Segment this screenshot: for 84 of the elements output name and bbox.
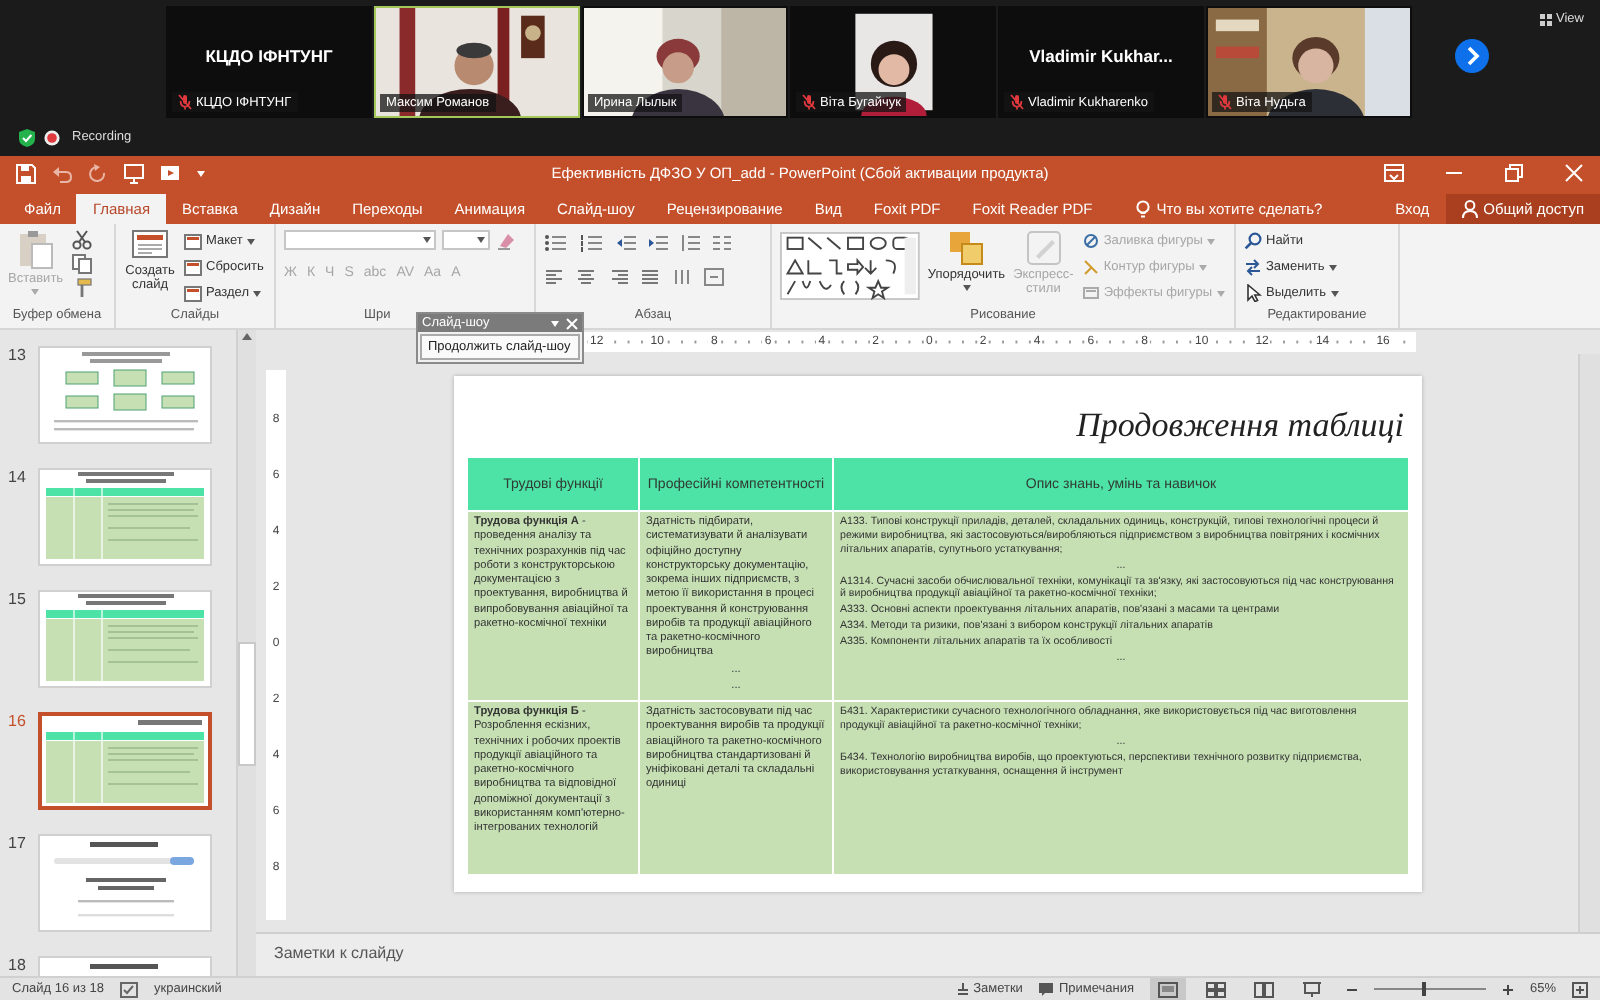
slide-thumbnail[interactable] xyxy=(38,712,212,810)
zoom-out-icon[interactable] xyxy=(1345,983,1358,995)
restore-icon[interactable] xyxy=(1504,164,1524,182)
copy-icon[interactable] xyxy=(71,254,92,274)
spellcheck-icon[interactable] xyxy=(120,981,139,997)
display-name: Vladimir Kukhar... xyxy=(1029,46,1173,66)
caret-icon xyxy=(30,288,41,297)
presenter-icon[interactable] xyxy=(124,163,144,183)
font-size-field[interactable] xyxy=(442,230,490,250)
close-icon[interactable] xyxy=(1564,164,1584,182)
slide-number: 14 xyxy=(8,468,28,486)
scrollbar-thumb[interactable] xyxy=(238,642,256,766)
align-right-icon[interactable] xyxy=(608,267,628,285)
caret-icon xyxy=(1198,263,1209,271)
normal-view-icon xyxy=(1157,981,1178,997)
align-text-icon[interactable] xyxy=(704,267,724,285)
caret-icon xyxy=(252,289,263,297)
shape-format-icon xyxy=(1081,258,1100,276)
ribbon-display-icon[interactable] xyxy=(1384,164,1404,182)
text-direction-icon[interactable] xyxy=(672,267,692,285)
person-icon xyxy=(1461,200,1478,218)
shape-format-icon xyxy=(1081,232,1100,250)
caret-icon xyxy=(476,236,486,244)
layout-icon xyxy=(184,259,202,275)
slide-number: 15 xyxy=(8,590,28,608)
caret-icon xyxy=(196,169,206,177)
caret-icon xyxy=(1206,237,1217,245)
zoom-in-icon[interactable] xyxy=(1501,983,1514,995)
slide-number: 16 xyxy=(8,712,28,730)
line-spacing-icon[interactable] xyxy=(680,233,700,251)
cut-icon[interactable] xyxy=(71,230,92,250)
caret-icon xyxy=(961,284,972,293)
clipboard-icon xyxy=(17,230,54,270)
caret-icon xyxy=(1328,263,1339,271)
save-icon[interactable] xyxy=(16,163,36,183)
arrange-icon xyxy=(948,230,985,266)
start-slideshow-icon[interactable] xyxy=(160,163,180,183)
font-name-field[interactable] xyxy=(284,230,436,250)
slide-number: 13 xyxy=(8,346,28,364)
close-icon[interactable] xyxy=(566,317,578,329)
scrollbar[interactable] xyxy=(1578,354,1600,932)
slide-number: 18 xyxy=(8,956,28,974)
notes-icon xyxy=(955,982,970,996)
caret-icon xyxy=(1216,289,1226,297)
redo-icon[interactable] xyxy=(88,163,108,183)
justify-icon[interactable] xyxy=(640,267,660,285)
fit-slide-icon[interactable] xyxy=(1572,981,1588,997)
view-button[interactable] xyxy=(1149,978,1186,1000)
quick-styles-icon xyxy=(1025,230,1062,266)
grid-icon xyxy=(1540,13,1553,25)
caret-icon xyxy=(422,236,432,244)
new-slide-icon xyxy=(132,230,168,262)
align-center-icon[interactable] xyxy=(576,267,596,285)
slide-number: 17 xyxy=(8,834,28,852)
next-page-button[interactable] xyxy=(1454,38,1490,74)
undo-icon[interactable] xyxy=(52,163,72,183)
display-name: КЦДО ІФНТУНГ xyxy=(205,46,333,66)
lightbulb-icon xyxy=(1136,200,1151,218)
clear-format-icon[interactable] xyxy=(496,230,516,250)
slideshow-view-icon xyxy=(1301,981,1322,997)
shapes-gallery[interactable] xyxy=(780,230,920,302)
layout-icon xyxy=(184,285,202,301)
align-left-icon[interactable] xyxy=(544,267,564,285)
search-icon xyxy=(1244,232,1262,250)
reading-view-icon xyxy=(1253,981,1274,997)
slider-thumb[interactable] xyxy=(1422,982,1427,996)
caret-icon xyxy=(1330,289,1340,297)
decrease-indent-icon[interactable] xyxy=(616,233,636,251)
notes-field[interactable]: Заметки к слайду xyxy=(256,932,1600,976)
replace-icon xyxy=(1244,258,1262,276)
shield-icon xyxy=(18,127,36,147)
record-icon xyxy=(44,129,60,145)
numbering-icon[interactable] xyxy=(580,233,604,251)
columns-icon[interactable] xyxy=(712,233,732,251)
format-painter-icon[interactable] xyxy=(71,278,92,298)
sorter-view-icon xyxy=(1205,981,1226,997)
shape-format-icon xyxy=(1081,284,1100,302)
caret-icon xyxy=(246,237,257,245)
cursor-icon xyxy=(1244,284,1262,302)
increase-indent-icon[interactable] xyxy=(648,233,668,251)
slide-title: Продовження таблиці xyxy=(1076,406,1404,446)
layout-icon xyxy=(184,233,202,249)
comment-icon xyxy=(1038,982,1055,996)
bullets-icon[interactable] xyxy=(544,233,568,251)
